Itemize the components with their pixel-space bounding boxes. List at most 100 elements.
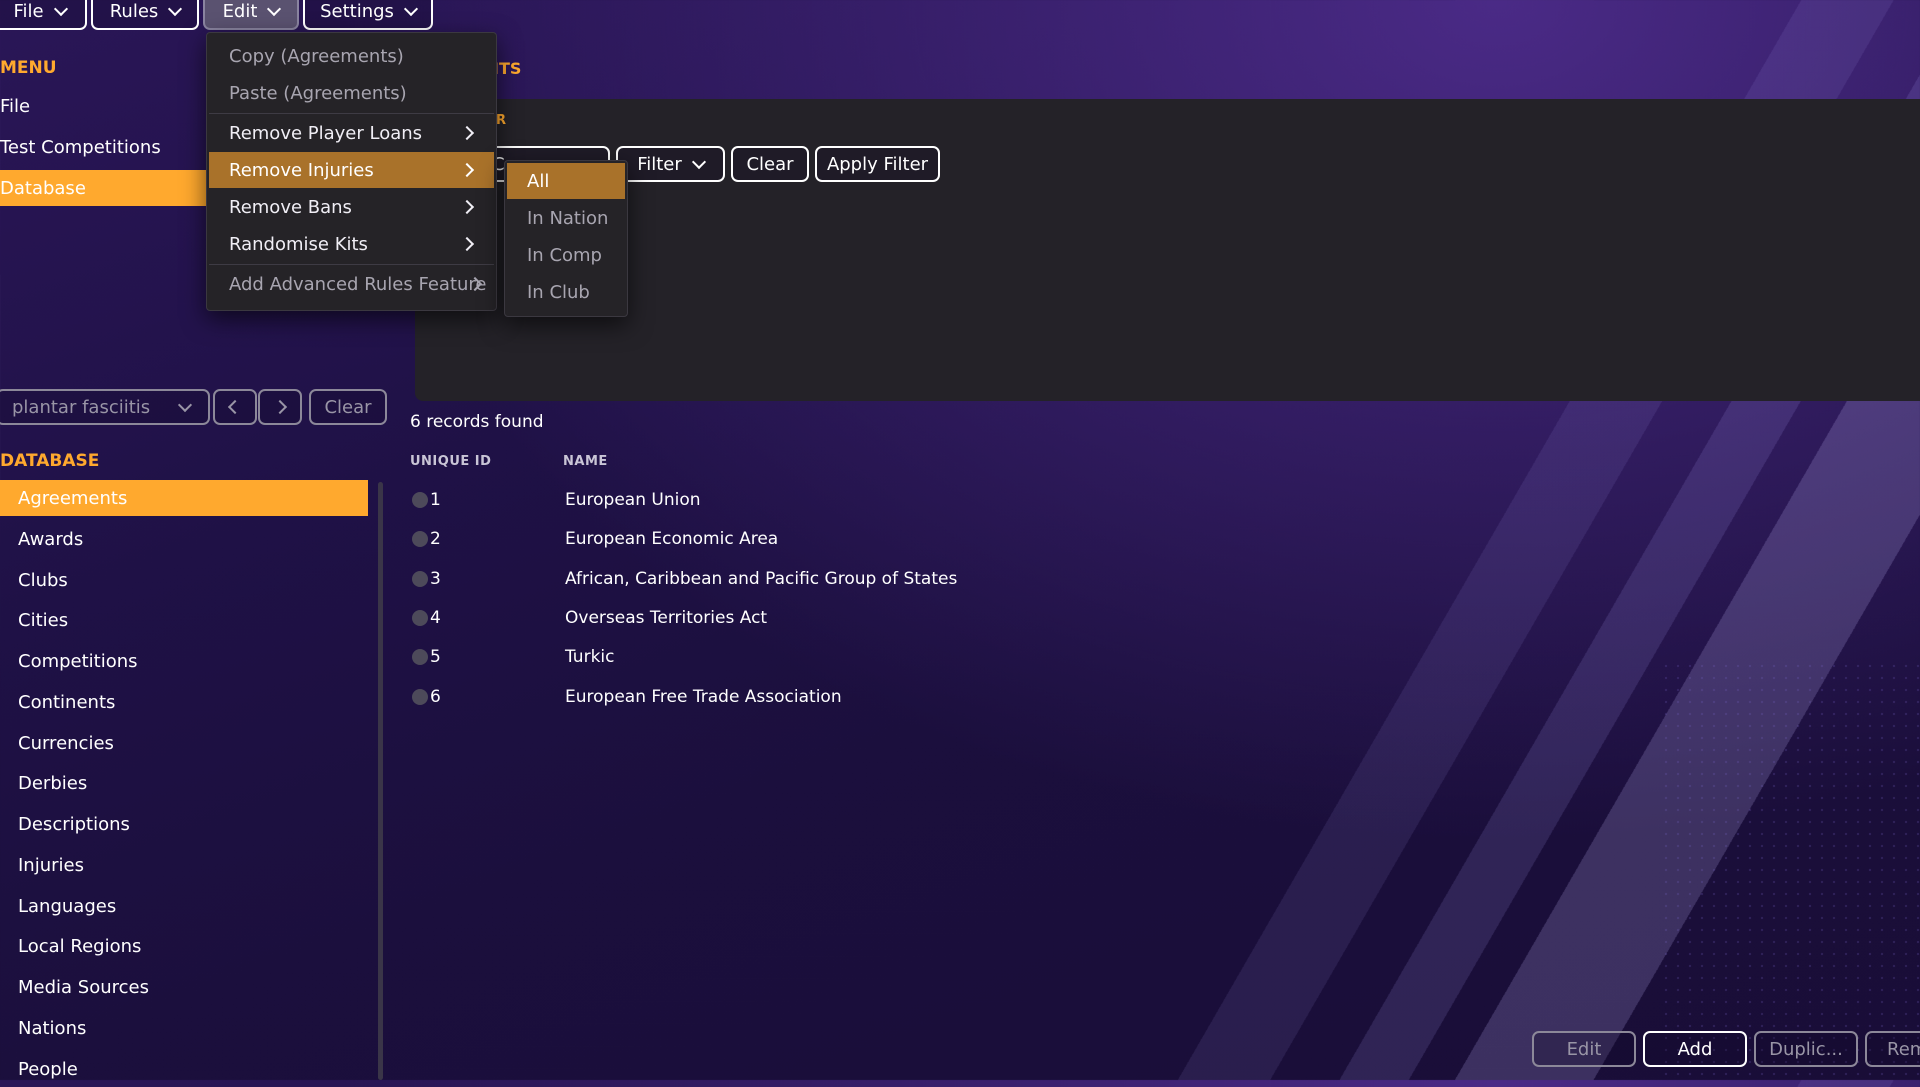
search-value: plantar fasciitis xyxy=(12,396,151,418)
menu-item-remove-injuries[interactable]: Remove Injuries xyxy=(209,152,494,188)
db-item-label: Derbies xyxy=(18,772,88,794)
db-item-derbies[interactable]: Derbies xyxy=(0,765,368,801)
db-item-nations[interactable]: Nations xyxy=(0,1010,368,1046)
submenu-item-label: In Nation xyxy=(527,207,609,229)
edit-record-label: Edit xyxy=(1566,1038,1602,1060)
table-row[interactable]: 6 European Free Trade Association xyxy=(410,677,1110,717)
db-item-agreements[interactable]: Agreements xyxy=(0,480,368,516)
menu-item-add-advanced-rules-feature[interactable]: Add Advanced Rules Feature xyxy=(209,266,494,302)
apply-filter-button[interactable]: Apply Filter xyxy=(815,146,940,182)
db-item-languages[interactable]: Languages xyxy=(0,888,368,924)
check-icon[interactable] xyxy=(412,571,428,587)
check-icon[interactable] xyxy=(412,610,428,626)
db-item-media-sources[interactable]: Media Sources xyxy=(0,969,368,1005)
menu-separator xyxy=(209,113,494,114)
db-item-label: Continents xyxy=(18,691,116,713)
filter-clear-label: Clear xyxy=(746,153,794,175)
check-icon[interactable] xyxy=(412,689,428,705)
database-scrollbar[interactable] xyxy=(378,482,383,1080)
db-item-label: Clubs xyxy=(18,569,68,591)
menu-item-label: Remove Bans xyxy=(229,196,352,218)
row-id: 2 xyxy=(430,529,441,549)
db-item-competitions[interactable]: Competitions xyxy=(0,643,368,679)
menu-item-label: Paste (Agreements) xyxy=(229,82,407,104)
menu-settings-button[interactable]: Settings xyxy=(303,0,433,30)
menu-rules-button[interactable]: Rules xyxy=(91,0,199,30)
submenu-item-in-nation[interactable]: In Nation xyxy=(507,200,625,236)
db-item-descriptions[interactable]: Descriptions xyxy=(0,806,368,842)
check-icon[interactable] xyxy=(412,649,428,665)
menu-file-button[interactable]: File xyxy=(0,0,87,30)
table-row[interactable]: 4 Overseas Territories Act xyxy=(410,598,1110,638)
menu-separator xyxy=(209,264,494,265)
menu-edit-button[interactable]: Edit xyxy=(203,0,299,30)
db-item-label: Competitions xyxy=(18,650,138,672)
submenu-item-label: In Club xyxy=(527,281,590,303)
check-icon[interactable] xyxy=(412,531,428,547)
submenu-item-all[interactable]: All xyxy=(507,163,625,199)
duplicate-record-button[interactable]: Duplic... xyxy=(1754,1031,1858,1067)
add-record-button[interactable]: Add xyxy=(1643,1031,1747,1067)
db-item-clubs[interactable]: Clubs xyxy=(0,562,368,598)
db-item-local-regions[interactable]: Local Regions xyxy=(0,928,368,964)
chevron-down-icon xyxy=(168,1,183,16)
db-item-people[interactable]: People xyxy=(0,1051,368,1087)
menu-item-remove-player-loans[interactable]: Remove Player Loans xyxy=(209,115,494,151)
menu-file-label: File xyxy=(13,0,44,22)
menu-edit-label: Edit xyxy=(222,0,258,22)
column-header-unique-id[interactable]: UNIQUE ID xyxy=(410,454,491,469)
filter-panel xyxy=(415,99,1920,401)
previous-result-button[interactable] xyxy=(213,389,257,425)
menu-item-label: Remove Injuries xyxy=(229,159,374,181)
menu-item-randomise-kits[interactable]: Randomise Kits xyxy=(209,226,494,262)
db-item-awards[interactable]: Awards xyxy=(0,521,368,557)
edit-menu: Copy (Agreements) Paste (Agreements) Rem… xyxy=(206,32,497,311)
nav-item-test-competitions[interactable]: Test Competitions xyxy=(0,137,161,158)
background-dot-pattern xyxy=(1660,660,1920,1080)
page-title: ITS xyxy=(493,59,522,78)
chevron-right-icon xyxy=(459,125,475,141)
table-row[interactable]: 1 European Union xyxy=(410,480,1110,520)
search-dropdown[interactable]: plantar fasciitis xyxy=(0,389,210,425)
check-icon[interactable] xyxy=(412,492,428,508)
remove-record-button[interactable]: Rem xyxy=(1865,1031,1920,1067)
db-item-label: Media Sources xyxy=(18,976,149,998)
search-clear-label: Clear xyxy=(324,396,372,418)
row-name: European Free Trade Association xyxy=(565,687,842,707)
chevron-right-icon xyxy=(459,162,475,178)
db-item-label: Cities xyxy=(18,609,69,631)
db-item-currencies[interactable]: Currencies xyxy=(0,725,368,761)
db-item-continents[interactable]: Continents xyxy=(0,684,368,720)
chevron-down-icon xyxy=(53,1,68,16)
row-id: 6 xyxy=(430,687,441,707)
nav-item-file[interactable]: File xyxy=(0,96,30,117)
nav-item-database[interactable]: Database xyxy=(0,170,210,206)
column-header-name[interactable]: NAME xyxy=(563,454,608,469)
menu-item-paste[interactable]: Paste (Agreements) xyxy=(209,75,494,111)
table-row[interactable]: 3 African, Caribbean and Pacific Group o… xyxy=(410,559,1110,599)
row-id: 5 xyxy=(430,647,441,667)
submenu-item-in-club[interactable]: In Club xyxy=(507,274,625,310)
submenu-item-label: In Comp xyxy=(527,244,602,266)
table-row[interactable]: 2 European Economic Area xyxy=(410,519,1110,559)
chevron-down-icon xyxy=(691,154,706,169)
chevron-left-icon xyxy=(227,399,243,415)
edit-record-button[interactable]: Edit xyxy=(1532,1031,1636,1067)
submenu-item-in-comp[interactable]: In Comp xyxy=(507,237,625,273)
database-section-title: DATABASE xyxy=(0,451,100,471)
filter-clear-button[interactable]: Clear xyxy=(731,146,809,182)
row-name: Overseas Territories Act xyxy=(565,608,768,628)
next-result-button[interactable] xyxy=(258,389,302,425)
search-clear-button[interactable]: Clear xyxy=(309,389,387,425)
menu-item-label: Remove Player Loans xyxy=(229,122,423,144)
db-item-label: Languages xyxy=(18,895,117,917)
menu-item-remove-bans[interactable]: Remove Bans xyxy=(209,189,494,225)
menu-item-copy[interactable]: Copy (Agreements) xyxy=(209,38,494,74)
db-item-label: Descriptions xyxy=(18,813,130,835)
db-item-injuries[interactable]: Injuries xyxy=(0,847,368,883)
filter-dropdown-button[interactable]: Filter xyxy=(616,146,725,182)
db-item-cities[interactable]: Cities xyxy=(0,602,368,638)
table-row[interactable]: 5 Turkic xyxy=(410,637,1110,677)
chevron-right-icon xyxy=(459,199,475,215)
chevron-down-icon xyxy=(267,1,282,16)
